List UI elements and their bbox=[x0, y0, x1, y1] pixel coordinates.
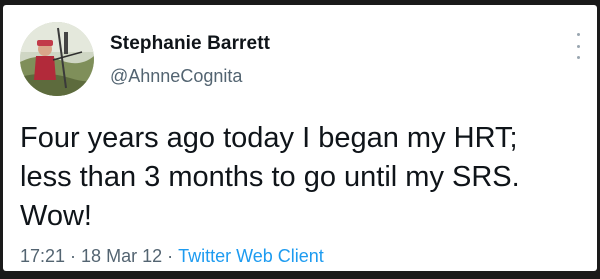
author-display-name[interactable]: Stephanie Barrett bbox=[110, 33, 270, 55]
dot bbox=[576, 33, 580, 36]
tweet-text: Four years ago today I began my HRT; les… bbox=[20, 122, 520, 232]
author-handle[interactable]: @AhnneCognita bbox=[110, 66, 242, 87]
avatar[interactable] bbox=[20, 22, 94, 96]
tweet-client-link[interactable]: Twitter Web Client bbox=[178, 246, 324, 266]
tweet-time[interactable]: 17:21 bbox=[20, 246, 65, 266]
tweet-date[interactable]: 18 Mar 12 bbox=[81, 246, 162, 266]
tweet-metadata: 17:21 · 18 Mar 12 · Twitter Web Client bbox=[20, 246, 324, 267]
separator: · bbox=[167, 246, 174, 266]
dot bbox=[576, 44, 580, 48]
tweet-card: Stephanie Barrett @AhnneCognita Four yea… bbox=[3, 5, 597, 271]
dot bbox=[576, 56, 580, 59]
archer-photo-avatar-icon bbox=[20, 22, 94, 96]
separator: · bbox=[70, 246, 77, 266]
screenshot-frame: Stephanie Barrett @AhnneCognita Four yea… bbox=[0, 0, 600, 279]
more-options-icon[interactable] bbox=[572, 33, 584, 59]
